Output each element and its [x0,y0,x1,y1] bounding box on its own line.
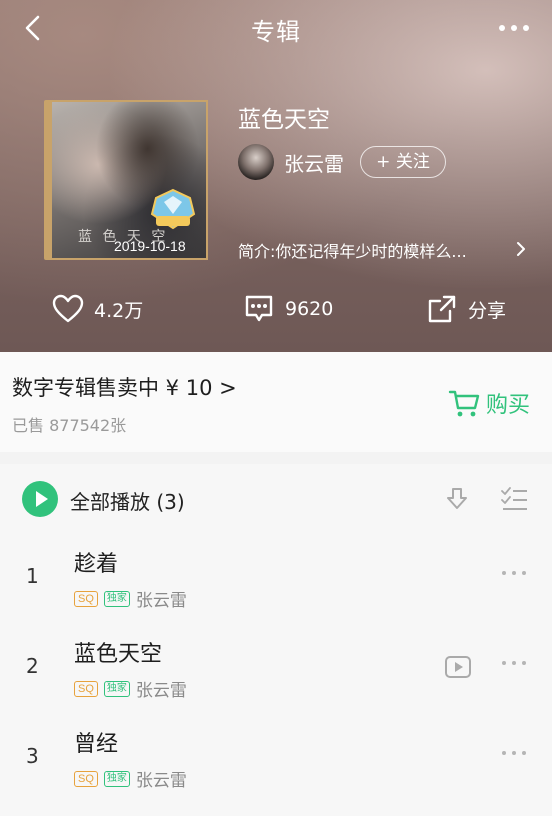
more-icon[interactable] [500,568,528,578]
share-button[interactable]: 分享 [426,290,506,328]
sale-price-link[interactable]: 数字专辑售卖中 ¥ 10 > [12,372,237,402]
sq-badge: SQ [74,680,98,697]
share-label: 分享 [468,299,507,322]
more-icon[interactable] [500,748,528,758]
like-count: 4.2万 [94,299,144,322]
track-row[interactable]: 1 趁着 SQ 独家 张云雷 [0,534,552,624]
more-icon[interactable] [500,658,528,668]
track-artist: 张云雷 [135,771,187,791]
stats-bar: 4.2万 9620 分享 [0,290,552,330]
track-meta: SQ 独家 张云雷 [74,766,187,791]
track-title: 趁着 [74,552,119,577]
artist-name[interactable]: 张云雷 [284,148,344,177]
buy-label: 购买 [485,393,530,418]
more-icon[interactable] [494,14,534,42]
play-all-row: 全部播放 (3) [0,464,552,534]
track-title: 曾经 [74,732,119,757]
track-title: 蓝色天空 [74,642,163,667]
track-list: 全部播放 (3) 1 趁着 SQ 独家 张云雷 2 蓝色天空 SQ 独家 张云雷 [0,464,552,816]
divider [0,452,552,464]
album-header: 专辑 蓝 色 天 空 2019-10-18 蓝色天空 张云雷 + 关注 简介:你… [0,0,552,352]
exclusive-badge: 独家 [103,590,130,607]
cart-icon [448,390,480,417]
exclusive-badge: 独家 [103,680,130,697]
play-icon [36,491,48,507]
play-all-button[interactable] [22,481,58,517]
multi-select-icon[interactable] [500,486,528,512]
track-number: 2 [26,654,39,678]
track-row[interactable]: 3 曾经 SQ 独家 张云雷 [0,714,552,804]
sq-badge: SQ [74,590,98,607]
track-meta: SQ 独家 张云雷 [74,586,187,611]
album-cover[interactable]: 蓝 色 天 空 2019-10-18 [44,100,208,264]
heart-icon [52,294,84,323]
diamond-badge-icon [150,188,196,230]
buy-button[interactable]: 购买 [448,386,530,420]
track-artist: 张云雷 [135,591,187,611]
cover-art: 蓝 色 天 空 2019-10-18 [50,100,208,260]
purchase-panel: 数字专辑售卖中 ¥ 10 > 已售 877542张 购买 [0,352,552,452]
top-bar: 专辑 [0,0,552,56]
track-meta: SQ 独家 张云雷 [74,676,187,701]
exclusive-badge: 独家 [103,770,130,787]
comment-count: 9620 [285,298,334,320]
album-intro-text: 简介:你还记得年少时的模样么... [238,242,467,261]
follow-button[interactable]: + 关注 [360,146,446,178]
sold-count: 已售 877542张 [12,416,127,435]
play-all-label[interactable]: 全部播放 (3) [70,486,185,515]
back-icon[interactable] [18,12,50,44]
comment-button[interactable]: 9620 [243,290,333,328]
mv-icon[interactable] [444,654,472,680]
download-icon[interactable] [444,486,470,512]
comment-icon [245,295,273,322]
track-row[interactable]: 2 蓝色天空 SQ 独家 张云雷 [0,624,552,714]
release-date: 2019-10-18 [114,238,186,254]
track-number: 3 [26,744,39,768]
track-artist: 张云雷 [135,681,187,701]
sq-badge: SQ [74,770,98,787]
like-button[interactable]: 4.2万 [52,290,143,328]
share-icon [428,295,456,323]
track-number: 1 [26,564,39,588]
album-intro[interactable]: 简介:你还记得年少时的模样么... [238,238,528,262]
artist-avatar[interactable] [238,144,274,180]
chevron-right-icon [517,242,525,256]
page-title: 专辑 [251,18,301,46]
album-title: 蓝色天空 [238,107,330,133]
